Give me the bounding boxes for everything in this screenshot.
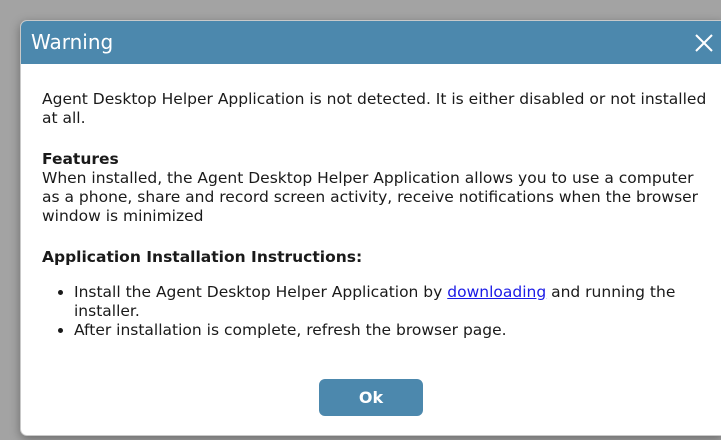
detection-message: Agent Desktop Helper Application is not … (42, 90, 707, 127)
dialog-titlebar: Warning (21, 21, 721, 64)
step1-text-before: Install the Agent Desktop Helper Applica… (74, 283, 448, 301)
instruction-step-refresh: After installation is complete, refresh … (74, 321, 712, 340)
dialog-content: Agent Desktop Helper Application is not … (42, 64, 712, 340)
instruction-step-download: Install the Agent Desktop Helper Applica… (74, 283, 712, 321)
ok-button[interactable]: Ok (319, 379, 423, 416)
instructions-list: Install the Agent Desktop Helper Applica… (42, 283, 712, 340)
close-icon[interactable] (694, 33, 714, 53)
features-heading: Features (42, 150, 119, 168)
features-text: When installed, the Agent Desktop Helper… (42, 169, 699, 225)
warning-dialog: Warning Agent Desktop Helper Application… (20, 20, 721, 436)
instructions-heading: Application Installation Instructions: (42, 248, 363, 266)
dialog-title: Warning (31, 30, 114, 54)
download-link[interactable]: downloading (447, 283, 546, 301)
